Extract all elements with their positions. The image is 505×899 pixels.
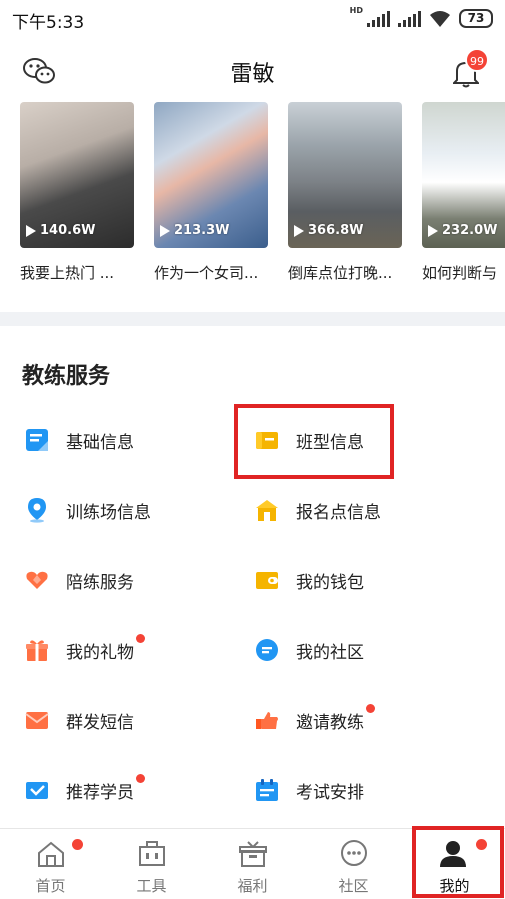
service-my-wallet[interactable]: 我的钱包	[254, 560, 364, 600]
video-card[interactable]: 366.8W 倒库点位打晚...	[288, 102, 402, 283]
hd-tag: HD	[349, 6, 363, 15]
tab-tools[interactable]: 工具	[101, 829, 202, 899]
tab-benefits[interactable]: 福利	[202, 829, 303, 899]
wifi-icon	[430, 10, 450, 27]
service-exam-schedule[interactable]: 考试安排	[254, 770, 364, 810]
service-label: 基础信息	[66, 432, 134, 453]
video-card[interactable]: 232.0W 如何判断与	[422, 102, 505, 283]
thumbs-hand-icon	[256, 712, 278, 729]
service-label: 我的社区	[296, 642, 364, 663]
service-invite-coach[interactable]: 邀请教练	[254, 700, 375, 740]
status-icons: HD 73	[349, 6, 493, 28]
service-label: 训练场信息	[66, 502, 151, 523]
section-divider	[0, 312, 505, 326]
service-label: 邀请教练	[296, 703, 375, 733]
calendar-icon	[256, 779, 278, 801]
signal-icon	[367, 10, 390, 27]
profile-doc-icon	[26, 429, 48, 451]
service-recommend-student[interactable]: 推荐学员	[24, 770, 145, 810]
red-dot-badge	[72, 839, 83, 850]
tab-community[interactable]: 社区	[303, 829, 404, 899]
gift-icon	[26, 640, 48, 661]
service-my-gifts[interactable]: 我的礼物	[24, 630, 145, 670]
video-caption[interactable]: 作为一个女司...	[154, 262, 268, 283]
video-thumbnail[interactable]: 213.3W	[154, 102, 268, 248]
tab-label: 首页	[35, 877, 66, 895]
service-sparring[interactable]: 陪练服务	[24, 560, 134, 600]
mail-check-icon	[26, 782, 48, 799]
tab-label: 福利	[237, 877, 268, 895]
page-title: 雷敏	[230, 62, 275, 87]
service-my-community[interactable]: 我的社区	[254, 630, 364, 670]
highlight-box-mine-tab	[412, 826, 504, 898]
service-bulk-sms[interactable]: 群发短信	[24, 700, 134, 740]
play-icon	[26, 224, 36, 237]
header: 雷敏 99	[0, 44, 505, 96]
chat-icon	[341, 840, 367, 866]
highlight-box-class-info	[234, 404, 394, 479]
video-thumbnail[interactable]: 232.0W	[422, 102, 505, 248]
video-caption[interactable]: 倒库点位打晚...	[288, 262, 402, 283]
view-count: 232.0W	[428, 223, 497, 238]
heart-hands-icon	[26, 571, 48, 589]
tab-label: 社区	[338, 877, 369, 895]
view-count: 140.6W	[26, 223, 95, 238]
service-basic-info[interactable]: 基础信息	[24, 420, 134, 460]
view-count: 213.3W	[160, 223, 229, 238]
status-time: 下午5:33	[12, 13, 85, 33]
chat-bubble-icon	[256, 639, 278, 661]
play-icon	[160, 224, 170, 237]
home-icon	[38, 841, 64, 867]
service-label: 推荐学员	[66, 773, 145, 803]
video-card[interactable]: 213.3W 作为一个女司...	[154, 102, 268, 283]
notification-badge: 99	[465, 48, 489, 72]
video-thumbnail[interactable]: 366.8W	[288, 102, 402, 248]
house-icon	[256, 500, 278, 521]
service-label: 我的钱包	[296, 572, 364, 593]
video-caption[interactable]: 如何判断与	[422, 262, 505, 283]
service-training-ground[interactable]: 训练场信息	[24, 490, 151, 530]
play-icon	[428, 224, 438, 237]
video-strip[interactable]: 140.6W 我要上热门 ... 213.3W 作为一个女司... 366.8W…	[0, 102, 505, 297]
service-label: 报名点信息	[296, 502, 381, 523]
status-bar: 下午5:33 HD 73	[0, 0, 505, 38]
red-dot-badge	[366, 703, 375, 713]
video-thumbnail[interactable]: 140.6W	[20, 102, 134, 248]
tab-home[interactable]: 首页	[0, 829, 101, 899]
service-signup-point[interactable]: 报名点信息	[254, 490, 381, 530]
service-label: 考试安排	[296, 782, 364, 803]
video-caption[interactable]: 我要上热门 ...	[20, 262, 134, 283]
service-label: 陪练服务	[66, 572, 134, 593]
gift-box-icon	[239, 841, 267, 867]
tab-label: 工具	[136, 877, 167, 895]
play-icon	[294, 224, 304, 237]
toolbox-icon	[139, 841, 165, 866]
service-label: 群发短信	[66, 712, 134, 733]
signal-icon-2	[398, 10, 421, 27]
view-count: 366.8W	[294, 223, 363, 238]
service-label: 我的礼物	[66, 633, 145, 663]
location-pin-icon	[28, 498, 46, 523]
battery-indicator: 73	[459, 9, 493, 28]
red-dot-badge	[136, 633, 145, 643]
red-dot-badge	[136, 773, 145, 783]
wallet-icon	[256, 572, 278, 589]
video-card[interactable]: 140.6W 我要上热门 ...	[20, 102, 134, 283]
envelope-icon	[25, 712, 49, 729]
section-title: 教练服务	[22, 364, 111, 389]
